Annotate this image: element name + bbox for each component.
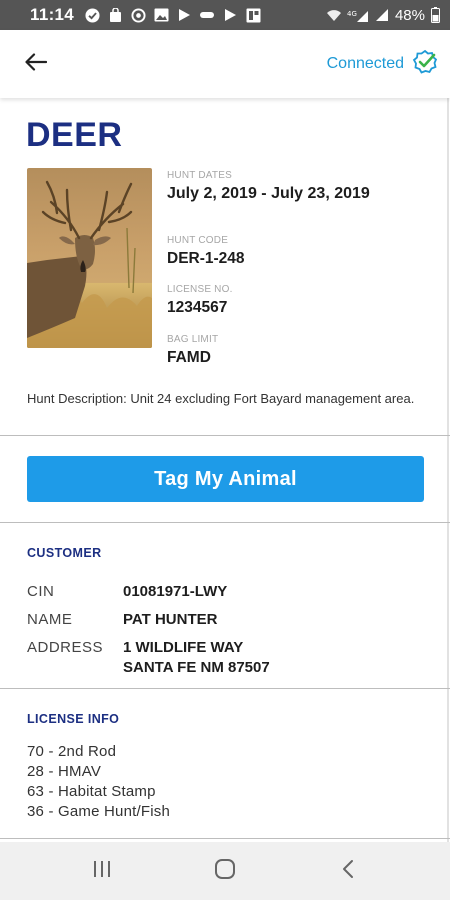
hunt-code-label: HUNT CODE [167,235,229,246]
hunt-description: Hunt Description: Unit 24 excluding Fort… [27,391,415,406]
battery-icon [430,7,440,23]
play-icon [222,7,238,23]
connection-status: Connected [327,49,438,80]
tag-my-animal-button[interactable]: Tag My Animal [27,456,424,502]
address-label: ADDRESS [27,639,104,656]
back-icon [341,859,355,884]
divider [0,838,450,839]
recent-apps-button[interactable] [77,851,127,891]
minus-icon [199,7,215,23]
svg-text:4G: 4G [347,10,357,18]
scrollbar[interactable] [447,98,449,842]
system-nav-bar [0,842,450,900]
gallery-icon [245,7,261,23]
signal-icon [374,7,390,23]
at-icon [130,7,146,23]
status-time: 11:14 [30,5,75,24]
play-icon [176,7,192,23]
page-title: DEER [26,116,123,154]
cin-value: 01081971-LWY [123,583,228,600]
app-bar: Connected [0,30,450,98]
address-line-2: SANTA FE NM 87507 [123,659,270,676]
license-info-section-title: LICENSE INFO [27,712,120,726]
hunt-dates-value: July 2, 2019 - July 23, 2019 [167,185,370,202]
divider [0,435,450,436]
hunt-code-value: DER-1-248 [167,250,245,267]
check-circle-icon [84,7,100,23]
back-button[interactable] [22,50,50,78]
license-number-value: 1234567 [167,299,228,316]
address-line-1: 1 WILDLIFE WAY [123,639,244,656]
bag-icon [107,7,123,23]
address-value: 1 WILDLIFE WAY SANTA FE NM 87507 [123,638,270,678]
license-number-label: LICENSE NO. [167,284,233,295]
divider [0,522,450,523]
list-item: 63 - Habitat Stamp [27,783,156,800]
license-info-list: 70 - 2nd Rod 28 - HMAV 63 - Habitat Stam… [27,742,170,822]
wifi-icon [326,7,342,23]
nav-back-button[interactable] [323,851,373,891]
status-bar: 11:14 4G 48% [0,0,450,30]
name-value: PAT HUNTER [123,611,218,628]
home-icon [214,858,236,885]
status-system-icons: 4G 48% [326,7,440,24]
check-badge-icon [412,49,438,80]
list-item: 36 - Game Hunt/Fish [27,803,171,820]
arrow-left-icon [25,52,48,76]
name-label: NAME [27,611,73,628]
lte-signal-icon: 4G [347,7,369,23]
home-button[interactable] [200,851,250,891]
bag-limit: BAG LIMIT FAMD [167,334,427,367]
battery-percent: 48% [394,6,425,24]
customer-section-title: CUSTOMER [27,546,102,560]
connection-status-text: Connected [326,55,404,72]
hunt-detail-content[interactable]: DEER HUNT DATES July 2, 2019 - July 23, … [0,98,450,842]
license-number: LICENSE NO. 1234567 [167,284,427,317]
hunt-code: HUNT CODE DER-1-248 [167,235,427,268]
divider [0,688,450,689]
image-icon [153,7,169,23]
cin-label: CIN [27,583,55,600]
deer-photo [27,168,152,348]
hunt-dates: HUNT DATES July 2, 2019 - July 23, 2019 [167,170,427,203]
recent-apps-icon [92,860,112,883]
bag-limit-value: FAMD [167,349,211,366]
list-item: 70 - 2nd Rod [27,743,117,760]
list-item: 28 - HMAV [27,763,102,780]
bag-limit-label: BAG LIMIT [167,334,219,345]
status-notification-icons [84,7,261,23]
hunt-dates-label: HUNT DATES [167,170,232,181]
